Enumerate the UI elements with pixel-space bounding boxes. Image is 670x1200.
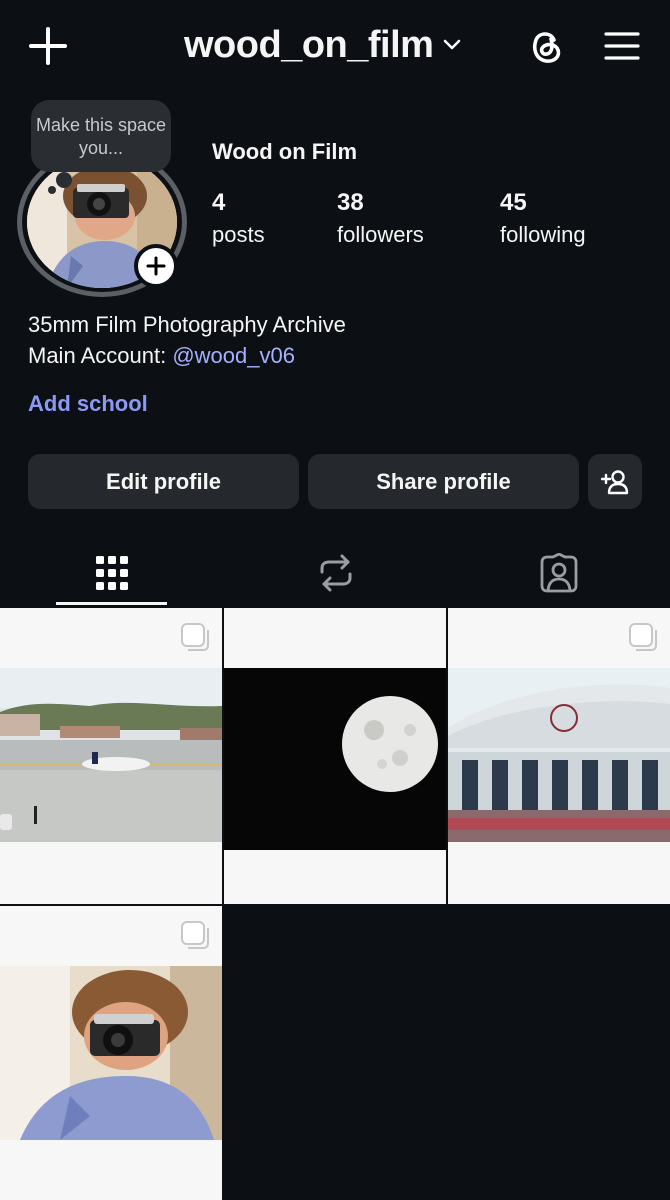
posts-stat[interactable]: 4 posts [212, 190, 265, 248]
chevron-down-icon [444, 39, 461, 50]
tab-grid[interactable] [56, 540, 167, 606]
followers-count: 38 [337, 189, 364, 216]
bio-line: 35mm Film Photography Archive [28, 312, 346, 337]
post-tile[interactable] [448, 608, 670, 904]
repost-icon [320, 554, 351, 592]
post-photo-moon [224, 668, 446, 850]
note-bubble[interactable]: Make this space you... [31, 100, 171, 172]
add-school-link[interactable]: Add school [28, 391, 148, 417]
followers-stat[interactable]: 38 followers [337, 190, 424, 248]
note-bubble-tail-small [48, 186, 56, 194]
create-button[interactable] [24, 22, 72, 70]
hamburger-menu-icon [604, 32, 640, 60]
posts-label: posts [212, 222, 265, 247]
top-bar: wood_on_film [0, 0, 670, 90]
post-tile[interactable] [0, 608, 222, 904]
note-bubble-tail [56, 172, 72, 188]
post-photo-coliseum [448, 668, 670, 842]
tab-tagged[interactable] [503, 540, 614, 606]
grid-icon [95, 556, 128, 590]
following-stat[interactable]: 45 following [500, 190, 586, 248]
multiple-photos-icon [181, 623, 209, 651]
discover-people-button[interactable] [588, 454, 642, 509]
plus-icon [29, 27, 67, 65]
threads-button[interactable] [522, 22, 570, 70]
post-tile[interactable] [0, 906, 222, 1200]
following-label: following [500, 222, 586, 247]
multiple-photos-icon [629, 623, 657, 651]
add-story-button[interactable] [134, 244, 178, 288]
selected-tab-indicator [56, 602, 167, 605]
followers-label: followers [337, 222, 424, 247]
main-account-link[interactable]: @wood_v06 [172, 343, 295, 368]
post-tile[interactable] [224, 608, 446, 904]
threads-icon [532, 32, 561, 63]
post-photo-self-portrait [0, 966, 222, 1140]
menu-button[interactable] [598, 22, 646, 70]
posts-count: 4 [212, 189, 226, 216]
add-person-icon [601, 469, 629, 494]
bio: 35mm Film Photography Archive Main Accou… [28, 309, 346, 371]
share-profile-button[interactable]: Share profile [308, 454, 579, 509]
bio-line: Main Account: @wood_v06 [28, 340, 346, 371]
plus-icon [146, 256, 166, 276]
account-switcher[interactable]: wood_on_film [184, 22, 461, 68]
tagged-person-icon [540, 553, 577, 593]
bio-prefix: Main Account: [28, 343, 173, 368]
post-photo-airplane [0, 668, 222, 842]
username-label: wood_on_film [184, 23, 434, 66]
note-text: Make this space you... [35, 115, 167, 158]
display-name: Wood on Film [212, 139, 358, 164]
edit-profile-button[interactable]: Edit profile [28, 454, 299, 509]
multiple-photos-icon [181, 921, 209, 949]
tab-reposts[interactable] [280, 540, 391, 606]
following-count: 45 [500, 189, 527, 216]
